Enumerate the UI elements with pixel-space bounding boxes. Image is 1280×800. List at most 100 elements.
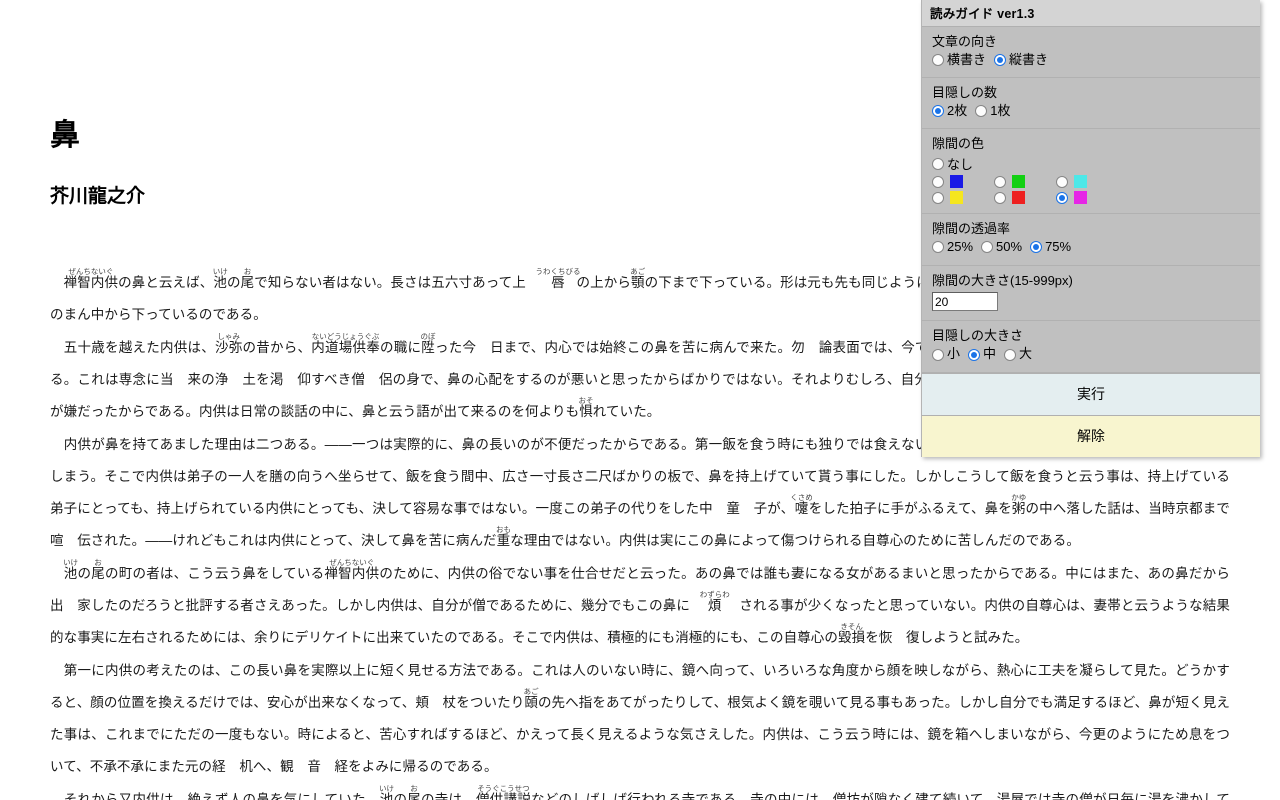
radio-group-mask-count: 2枚 1枚 [932, 103, 1260, 119]
execute-button[interactable]: 実行 [922, 372, 1260, 415]
ruby-reading: ぜんちないぐ [63, 266, 119, 276]
radio-button-icon[interactable] [975, 105, 988, 118]
color-swatch-cyan[interactable] [1074, 175, 1087, 189]
radio-mask-size-medium[interactable]: 中 [968, 346, 996, 362]
section-gap-size: 隙間の大きさ(15-999px) [922, 265, 1260, 322]
radio-direction-vertical[interactable]: 縦書き [994, 52, 1048, 68]
section-mask-count: 目隠しの数 2枚 1枚 [922, 78, 1260, 130]
paragraph: 第一に内供の考えたのは、この長い鼻を実際以上に短く見せる方法である。これは人のい… [50, 662, 1230, 774]
ruby-reading: いけ [212, 266, 228, 276]
ruby-reading: そうぐこうせつ [476, 783, 531, 793]
ruby-reading: くさめ [790, 492, 813, 502]
ruby-annotation: 惧おそ [578, 395, 594, 419]
ruby-reading: あご [523, 686, 539, 696]
ruby-annotation: 僧供講説そうぐこうせつ [476, 783, 532, 800]
radio-button-icon[interactable] [1056, 175, 1068, 188]
section-label-text-direction: 文章の向き [932, 34, 998, 49]
section-text-direction: 文章の向き 横書き 縦書き [922, 27, 1260, 79]
radio-direction-horizontal[interactable]: 横書き [932, 52, 986, 68]
radio-mask-count-1[interactable]: 1枚 [975, 103, 1010, 119]
clear-button[interactable]: 解除 [922, 414, 1260, 457]
radio-opacity-25[interactable]: 25% [932, 239, 973, 255]
ruby-reading: お [240, 266, 255, 276]
ruby-reading: うわくちびる [535, 266, 581, 276]
gap-size-input[interactable] [932, 292, 998, 312]
radio-button-icon[interactable] [932, 157, 944, 170]
ruby-reading: しゃみ [214, 331, 243, 341]
gap-color-option-cyan[interactable] [1056, 175, 1118, 189]
radio-label: 中 [983, 346, 997, 362]
color-swatch-magenta[interactable] [1074, 191, 1087, 205]
ruby-annotation: 池いけ [212, 266, 228, 290]
radio-button-icon[interactable] [994, 175, 1006, 188]
radio-button-icon[interactable] [932, 105, 944, 118]
ruby-reading: いけ [379, 783, 394, 793]
ruby-reading: お [407, 783, 421, 793]
section-gap-color: 隙間の色 なし [922, 129, 1260, 215]
color-swatch-yellow[interactable] [950, 191, 963, 205]
radio-button-icon[interactable] [932, 175, 944, 188]
color-swatch-red[interactable] [1012, 191, 1025, 205]
gap-color-option-blue[interactable] [932, 175, 994, 189]
section-label-mask-size: 目隠しの大きさ [932, 328, 1024, 344]
paragraph: 池いけの尾おの町の者は、こう云う鼻をしている禅智内供ぜんちないぐのために、内供の… [50, 557, 1230, 645]
section-label-mask-count: 目隠しの数 [932, 85, 998, 101]
ruby-reading: あご [630, 266, 646, 276]
ruby-annotation: 粥かゆ [1011, 492, 1027, 516]
radio-opacity-50[interactable]: 50% [981, 239, 1022, 255]
radio-group-mask-size: 小 中 大 [932, 346, 1260, 362]
section-label-gap-size: 隙間の大きさ(15-999px) [932, 272, 1073, 288]
radio-mask-size-small[interactable]: 小 [932, 346, 960, 362]
gap-color-swatch-grid [932, 175, 1260, 205]
radio-label: 2枚 [947, 103, 968, 119]
reading-guide-panel: 読みガイド ver1.3 文章の向き 横書き 縦書き 目隠しの数 2枚 1枚 隙… [921, 0, 1260, 457]
ruby-annotation: 嚔くさめ [790, 492, 813, 516]
ruby-reading: のぼ [420, 331, 436, 341]
ruby-annotation: 重おも [495, 524, 511, 548]
radio-group-text-direction: 横書き 縦書き [932, 52, 1260, 68]
radio-opacity-75[interactable]: 75% [1030, 239, 1071, 255]
section-label-gap-opacity: 隙間の透過率 [932, 221, 1011, 237]
radio-button-icon[interactable] [994, 54, 1007, 67]
radio-label: 75% [1045, 239, 1072, 255]
color-swatch-green[interactable] [1012, 175, 1025, 189]
radio-button-icon[interactable] [932, 241, 944, 254]
ruby-annotation: 頤あご [523, 686, 539, 710]
gap-color-option-green[interactable] [994, 175, 1056, 189]
ruby-annotation: 尾お [91, 557, 105, 581]
radio-gap-color-none[interactable]: なし [932, 154, 973, 173]
gap-color-option-magenta[interactable] [1056, 191, 1118, 205]
ruby-annotation: 沙弥しゃみ [214, 331, 243, 355]
radio-label: 横書き [947, 51, 987, 67]
ruby-annotation: 池いけ [379, 783, 394, 800]
radio-button-icon[interactable] [1004, 348, 1017, 361]
color-swatch-blue[interactable] [950, 175, 963, 189]
section-gap-opacity: 隙間の透過率 25% 50% 75% [922, 214, 1260, 266]
radio-label: 25% [947, 239, 974, 255]
radio-button-icon[interactable] [994, 191, 1006, 204]
ruby-reading: ぜんちないぐ [324, 557, 380, 567]
ruby-reading: かゆ [1011, 492, 1027, 502]
gap-color-option-red[interactable] [994, 191, 1056, 205]
ruby-annotation: 尾お [240, 266, 255, 290]
radio-group-gap-opacity: 25% 50% 75% [932, 239, 1260, 255]
radio-button-icon[interactable] [1056, 191, 1068, 204]
radio-label: 大 [1019, 346, 1033, 362]
gap-color-option-yellow[interactable] [932, 191, 994, 205]
radio-button-icon[interactable] [1030, 241, 1043, 254]
ruby-annotation: 尾お [407, 783, 421, 800]
radio-mask-size-large[interactable]: 大 [1004, 346, 1032, 362]
panel-actions: 実行 解除 [922, 372, 1260, 457]
radio-button-icon[interactable] [932, 348, 944, 361]
radio-button-icon[interactable] [981, 241, 994, 254]
radio-label: 1枚 [990, 103, 1011, 119]
radio-button-icon[interactable] [932, 54, 944, 67]
ruby-reading: わずらわ [699, 589, 730, 599]
section-mask-size: 目隠しの大きさ 小 中 大 [922, 321, 1260, 373]
radio-gap-color-none-row: なし [932, 154, 1260, 173]
ruby-annotation: 禅智内供ぜんちないぐ [63, 266, 119, 290]
radio-button-icon[interactable] [932, 191, 944, 204]
radio-mask-count-2[interactable]: 2枚 [932, 103, 967, 119]
ruby-annotation: 内道場供奉ないどうじょうぐぶ [311, 331, 380, 355]
radio-button-icon[interactable] [968, 348, 981, 361]
